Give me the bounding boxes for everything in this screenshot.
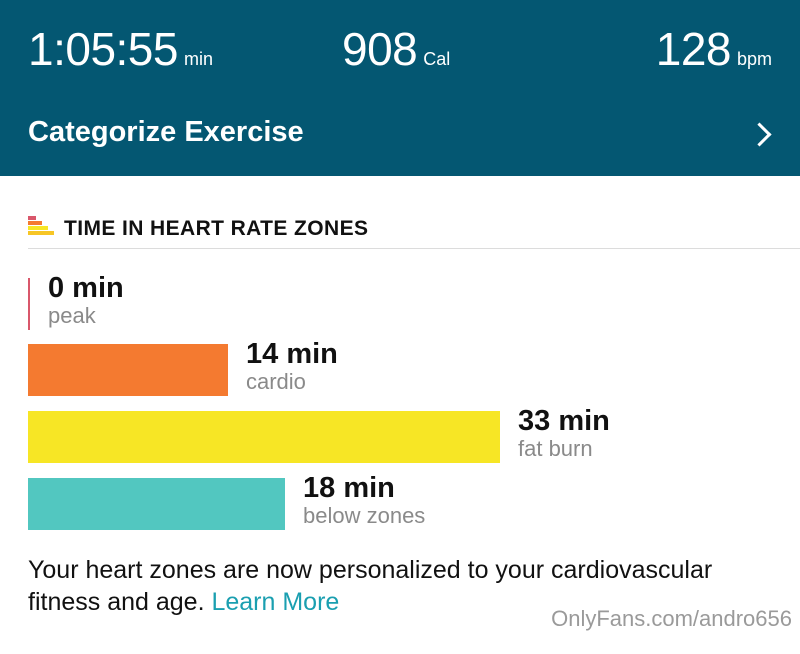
zone-label-fat-burn: fat burn <box>518 436 593 461</box>
heart-rate-zones-icon <box>28 216 54 236</box>
learn-more-link[interactable]: Learn More <box>211 588 339 616</box>
categorize-exercise-label: Categorize Exercise <box>28 116 304 148</box>
duration-stat: 1:05:55 min <box>28 22 213 76</box>
zone-value-fat-burn: 33 min <box>518 405 610 437</box>
heart-rate-value: 128 <box>655 23 732 75</box>
calories-unit: Cal <box>423 49 451 69</box>
heart-rate-unit: bpm <box>736 49 772 69</box>
zone-label-cardio: cardio <box>246 369 306 394</box>
duration-value: 1:05:55 <box>28 23 178 75</box>
chevron-right-icon <box>747 122 772 147</box>
categorize-exercise-button[interactable]: Categorize Exercise <box>0 100 800 170</box>
zone-bar-below-zones <box>28 478 285 530</box>
duration-unit: min <box>183 49 213 69</box>
calories-stat: 908 Cal <box>342 22 450 76</box>
workout-summary-header: 1:05:55 min 908 Cal 128 bpm Categorize Exer… <box>0 0 800 176</box>
heart-rate-stat: 128 bpm <box>656 22 772 76</box>
zone-bar-cardio <box>28 344 228 396</box>
zone-bar-peak <box>28 278 30 330</box>
zone-label-peak: peak <box>48 303 96 328</box>
watermark: OnlyFans.com/andro656 <box>551 606 792 631</box>
zone-value-below-zones: 18 min <box>303 472 395 504</box>
zone-value-cardio: 14 min <box>246 338 338 370</box>
section-divider <box>28 248 800 249</box>
calories-value: 908 <box>342 23 418 75</box>
zone-value-peak: 0 min <box>48 272 124 304</box>
zone-label-below-zones: below zones <box>303 503 426 528</box>
zone-bar-fat-burn <box>28 411 500 463</box>
zones-section-title: TIME IN HEART RATE ZONES <box>64 217 369 240</box>
